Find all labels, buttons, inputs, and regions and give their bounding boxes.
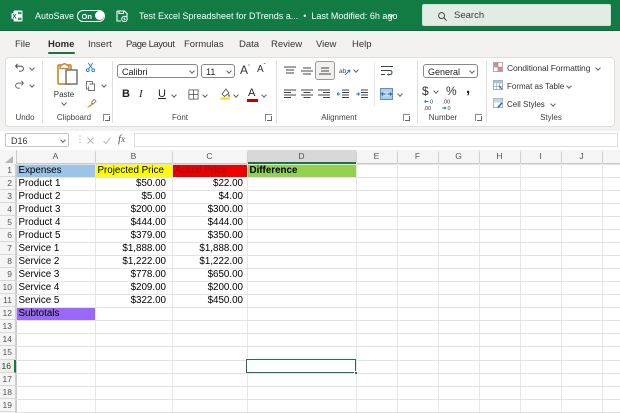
svg-text:0: 0 bbox=[448, 106, 451, 111]
svg-text:0: 0 bbox=[430, 100, 433, 106]
svg-text:.00: .00 bbox=[424, 106, 432, 111]
svg-text:.00: .00 bbox=[443, 100, 451, 106]
